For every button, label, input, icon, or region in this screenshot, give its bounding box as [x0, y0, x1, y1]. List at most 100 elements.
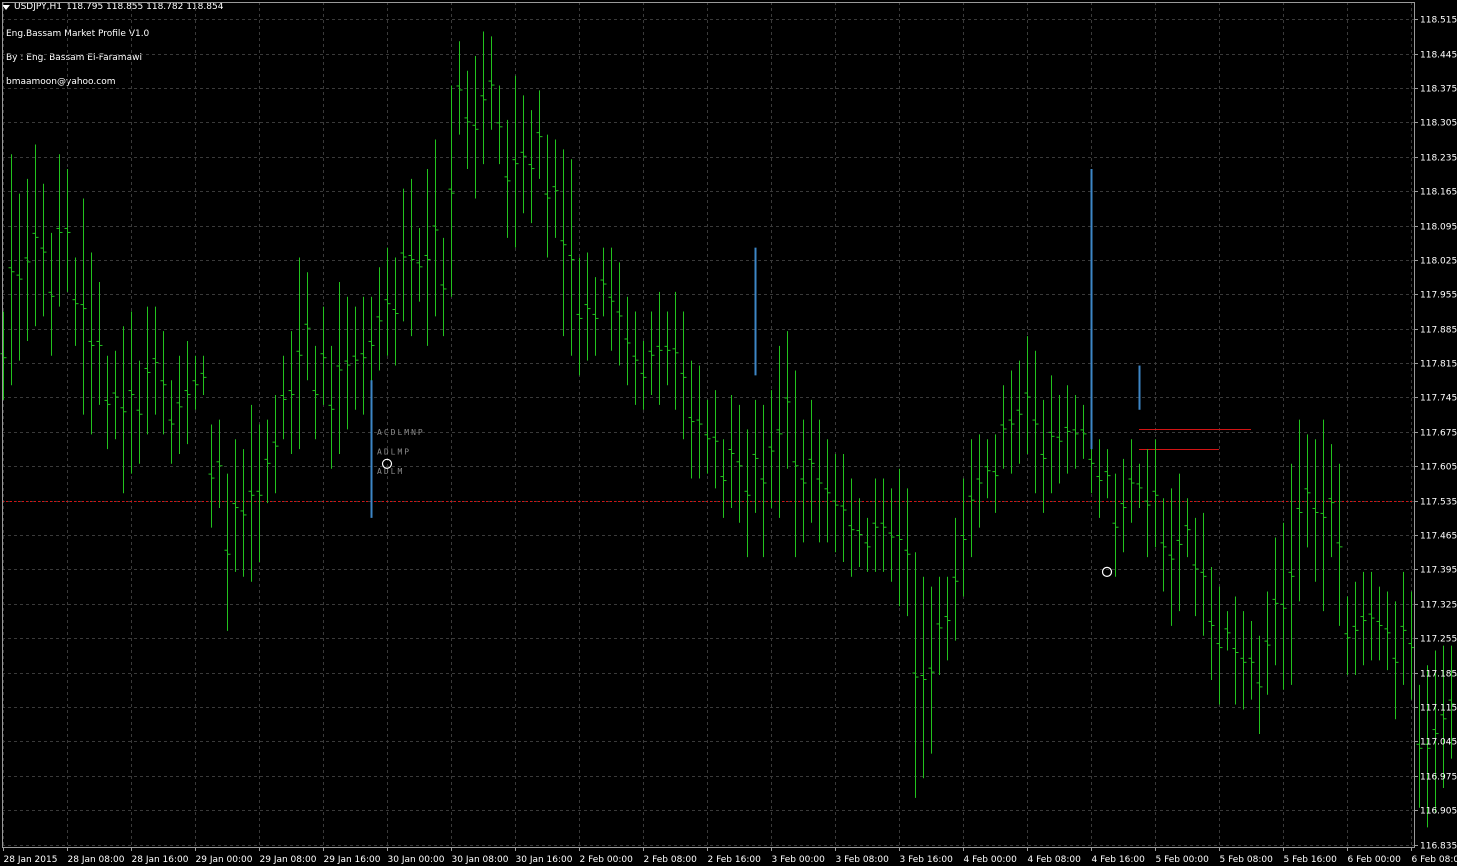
price-bar — [1384, 591, 1391, 671]
price-bar — [1160, 498, 1167, 592]
price-bar — [0, 311, 7, 400]
price-bar — [648, 311, 655, 396]
price-bar — [744, 429, 751, 558]
time-tick-label: 30 Jan 08:00 — [452, 855, 509, 865]
price-bar — [1240, 611, 1247, 710]
price-tick-label: 117.955 — [1420, 291, 1457, 301]
markers — [381, 458, 1113, 577]
price-bar — [1080, 404, 1087, 459]
price-tick-label: 117.255 — [1420, 635, 1457, 645]
price-bar — [824, 439, 831, 543]
price-tick-label: 117.675 — [1420, 429, 1457, 439]
price-bar — [712, 390, 719, 489]
time-tick-label: 4 Feb 08:00 — [1028, 855, 1082, 865]
price-bar — [1312, 439, 1319, 582]
time-tick-label: 2 Feb 00:00 — [580, 855, 634, 865]
price-bar — [368, 296, 375, 391]
price-bar — [960, 478, 967, 597]
price-bar — [1016, 360, 1023, 464]
price-bar — [1368, 571, 1375, 661]
price-bar — [936, 576, 943, 676]
price-bar — [360, 296, 367, 415]
time-tick-label: 29 Jan 16:00 — [324, 855, 381, 865]
price-bar — [1392, 601, 1399, 720]
price-bar — [1272, 537, 1279, 666]
price-bar — [896, 468, 903, 607]
price-bar — [1248, 621, 1255, 700]
price-bar — [1344, 596, 1351, 676]
price-bar — [72, 257, 79, 346]
profile-lines — [370, 169, 1141, 518]
time-tick-label: 6 Feb 08:00 — [1412, 855, 1457, 865]
price-bar — [288, 331, 295, 454]
price-bar — [1224, 611, 1231, 651]
price-bar — [880, 478, 887, 572]
price-bar — [720, 439, 727, 518]
price-bar — [608, 247, 615, 351]
price-bar — [1072, 395, 1079, 469]
price-bar — [856, 498, 863, 567]
price-bar — [104, 355, 111, 450]
price-bar — [392, 257, 399, 366]
price-bar — [328, 345, 335, 469]
price-bar — [528, 110, 535, 224]
time-tick-label: 4 Feb 16:00 — [1092, 855, 1146, 865]
price-bar — [264, 419, 271, 504]
price-bar — [600, 247, 607, 317]
time-axis[interactable]: 28 Jan 2015 28 Jan 08:00 28 Jan 16:00 29 Ja… — [3, 847, 1457, 865]
price-bar — [1112, 473, 1119, 577]
price-bar — [1304, 434, 1311, 548]
time-tick-label: 5 Feb 16:00 — [1284, 855, 1338, 865]
circle-marker — [1101, 566, 1113, 577]
price-tick-label: 117.535 — [1420, 498, 1457, 508]
price-bar — [216, 419, 223, 509]
price-bar — [440, 237, 447, 337]
time-tick-label: 6 Feb 00:00 — [1348, 855, 1402, 865]
price-bar — [920, 576, 927, 779]
price-tick-label: 117.045 — [1420, 738, 1457, 748]
price-bar — [272, 395, 279, 494]
price-bar — [1192, 517, 1199, 617]
price-bar — [352, 306, 359, 410]
price-bar — [872, 478, 879, 572]
price-bar — [952, 517, 959, 641]
time-tick-label: 5 Feb 08:00 — [1220, 855, 1274, 865]
price-bar — [592, 277, 599, 356]
price-chart[interactable]: ACDLMNPADLMPADLMCECDEFGHICEFGHIBCHIBCIJB… — [0, 0, 1457, 866]
price-bar — [24, 178, 31, 341]
price-bar — [312, 345, 319, 440]
price-bar — [816, 419, 823, 543]
price-bar — [464, 70, 471, 170]
price-bar — [832, 453, 839, 553]
price-bar — [672, 291, 679, 410]
time-tick-label: 2 Feb 08:00 — [644, 855, 698, 865]
price-bar — [544, 134, 551, 258]
price-bar — [1256, 635, 1263, 735]
price-bar — [1096, 439, 1103, 518]
price-bar — [736, 404, 743, 523]
price-bar — [232, 439, 239, 572]
price-bar — [624, 296, 631, 386]
price-bar — [184, 340, 191, 445]
price-tick-label: 117.465 — [1420, 532, 1457, 542]
price-bar — [1184, 498, 1191, 558]
price-bar — [968, 439, 975, 558]
price-bar — [32, 144, 39, 327]
price-bar — [136, 360, 143, 464]
price-bar — [336, 282, 343, 454]
price-bar — [1440, 645, 1447, 789]
time-tick-label: 29 Jan 08:00 — [260, 855, 317, 865]
price-bar — [784, 331, 791, 469]
price-bar — [728, 395, 735, 509]
profile-letter-row: ACDLMNP — [377, 428, 425, 437]
price-bar — [224, 473, 231, 631]
price-bar — [408, 178, 415, 337]
price-bar — [1288, 463, 1295, 685]
price-bar — [1056, 395, 1063, 484]
price-bar — [208, 424, 215, 528]
price-tick-label: 118.025 — [1420, 257, 1457, 267]
price-bar — [560, 149, 567, 337]
price-bar — [536, 90, 543, 179]
time-tick-label: 28 Jan 08:00 — [68, 855, 125, 865]
price-bar — [304, 272, 311, 381]
